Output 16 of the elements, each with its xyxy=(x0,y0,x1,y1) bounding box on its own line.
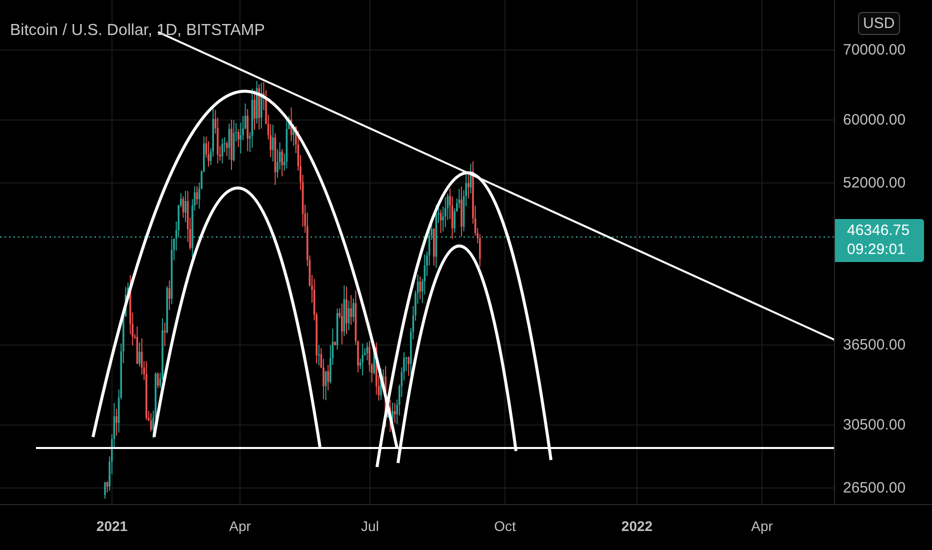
last-price: 46346.75 xyxy=(847,222,911,239)
time-label: 2021 xyxy=(96,518,128,534)
time-label: 2022 xyxy=(621,518,653,534)
price-label: 52000.00 xyxy=(843,174,906,192)
bar-countdown: 09:29:01 xyxy=(847,241,906,258)
price-label: 70000.00 xyxy=(843,42,906,58)
price-label: 60000.00 xyxy=(843,112,906,128)
time-label: Jul xyxy=(361,518,379,534)
time-label: Apr xyxy=(229,518,251,534)
price-label: 36500.00 xyxy=(843,336,906,354)
price-label: 26500.00 xyxy=(843,480,906,496)
currency-button[interactable]: USD xyxy=(858,12,900,35)
time-label: Apr xyxy=(751,518,773,534)
time-label: Oct xyxy=(494,518,516,534)
price-label: 30500.00 xyxy=(843,416,906,434)
chart-title: Bitcoin / U.S. Dollar, 1D, BITSTAMP xyxy=(10,22,265,40)
